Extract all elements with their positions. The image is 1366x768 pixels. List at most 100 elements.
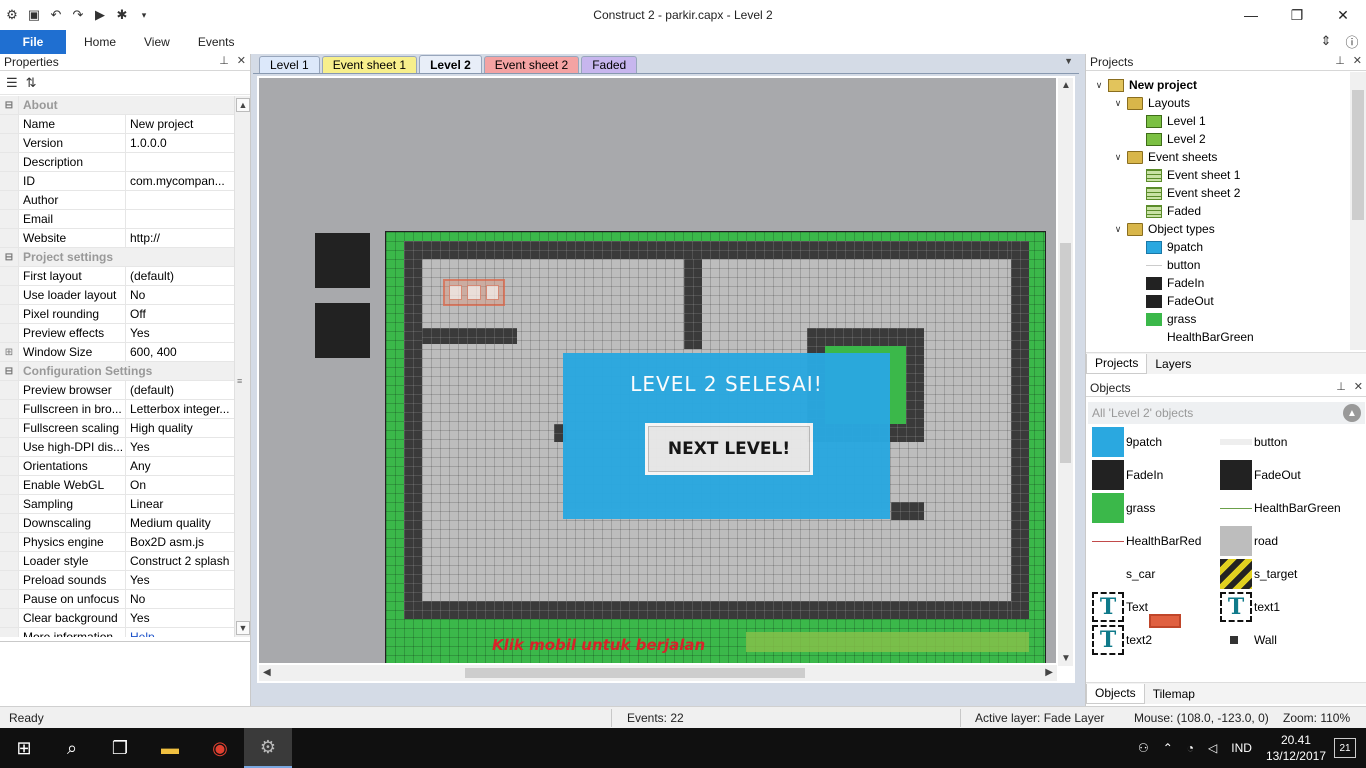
pin-icon[interactable]: ⊥: [1335, 54, 1345, 67]
property-row[interactable]: Email: [0, 210, 234, 229]
property-value[interactable]: Construct 2 splash: [126, 552, 234, 570]
property-row[interactable]: Enable WebGL On: [0, 476, 234, 495]
collapse-icon[interactable]: ⊟: [0, 362, 19, 380]
tree-item[interactable]: button: [1086, 256, 1351, 274]
construct2-taskbar-icon[interactable]: ⚙: [244, 728, 292, 768]
health-bar-green[interactable]: [746, 632, 1029, 652]
undo-icon[interactable]: ↶: [48, 7, 64, 23]
property-value[interactable]: [126, 191, 234, 209]
input-language[interactable]: IND: [1231, 741, 1252, 755]
property-row[interactable]: Preview browser (default): [0, 381, 234, 400]
tree-item[interactable]: ∨ Object types: [1086, 220, 1351, 238]
tab-tilemap[interactable]: Tilemap: [1145, 684, 1203, 704]
file-explorer-icon[interactable]: ▬: [146, 728, 194, 768]
property-row[interactable]: Sampling Linear: [0, 495, 234, 514]
run-layout-icon[interactable]: ▶: [92, 7, 108, 23]
property-value[interactable]: Linear: [126, 495, 234, 513]
scroll-down-icon[interactable]: ▼: [236, 621, 250, 635]
tree-item[interactable]: grass: [1086, 310, 1351, 328]
object-item[interactable]: grass: [1092, 493, 1220, 523]
property-value[interactable]: 600, 400: [126, 343, 234, 361]
object-item[interactable]: FadeIn: [1092, 460, 1220, 490]
property-value[interactable]: Yes: [126, 438, 234, 456]
property-value[interactable]: (default): [126, 267, 234, 285]
property-value[interactable]: [126, 153, 234, 171]
project-tree-scrollbar[interactable]: [1350, 72, 1366, 350]
wall-block[interactable]: [891, 502, 924, 520]
object-item[interactable]: HealthBarGreen: [1220, 493, 1348, 523]
tab-layers[interactable]: Layers: [1147, 354, 1199, 374]
scroll-right-arrow-icon[interactable]: ▶: [1045, 667, 1053, 678]
tree-expand-icon[interactable]: ∨: [1113, 224, 1123, 235]
fadeout-object[interactable]: [315, 303, 370, 358]
property-row[interactable]: More information Help: [0, 628, 234, 637]
chrome-icon[interactable]: ◉: [196, 728, 244, 768]
property-row[interactable]: Pixel rounding Off: [0, 305, 234, 324]
tree-item[interactable]: ∨ Layouts: [1086, 94, 1351, 112]
property-row[interactable]: First layout (default): [0, 267, 234, 286]
property-value[interactable]: com.mycompan...: [126, 172, 234, 190]
pin-icon[interactable]: ⊥: [1336, 380, 1346, 393]
property-value[interactable]: Medium quality: [126, 514, 234, 532]
minimize-button[interactable]: —: [1228, 0, 1274, 30]
tree-item[interactable]: Event sheet 2: [1086, 184, 1351, 202]
property-value[interactable]: New project: [126, 115, 234, 133]
tab-level-2[interactable]: Level 2: [419, 55, 482, 73]
property-row[interactable]: Downscaling Medium quality: [0, 514, 234, 533]
horizontal-scroll-thumb[interactable]: [465, 668, 805, 678]
tree-item[interactable]: FadeIn: [1086, 274, 1351, 292]
object-item[interactable]: road: [1220, 526, 1348, 556]
clock[interactable]: 20.41 13/12/2017: [1266, 732, 1326, 764]
tree-item[interactable]: 9patch: [1086, 238, 1351, 256]
tab-events[interactable]: Events: [184, 30, 249, 54]
tab-list-dropdown-icon[interactable]: ▼: [1064, 56, 1073, 66]
property-value[interactable]: Yes: [126, 571, 234, 589]
property-value[interactable]: Off: [126, 305, 234, 323]
objects-filter[interactable]: All 'Level 2' objects ▲: [1088, 402, 1365, 424]
tree-item[interactable]: FadeOut: [1086, 292, 1351, 310]
project-tree-scroll-thumb[interactable]: [1352, 90, 1364, 220]
object-item[interactable]: s_car: [1092, 559, 1220, 628]
property-row[interactable]: Name New project: [0, 115, 234, 134]
tree-expand-icon[interactable]: ∨: [1113, 152, 1123, 163]
fadein-object[interactable]: [315, 233, 370, 288]
restore-button[interactable]: ❐: [1274, 0, 1320, 30]
property-value[interactable]: No: [126, 590, 234, 608]
customize-dropdown-icon[interactable]: ▾: [136, 7, 152, 23]
show-hidden-icons-icon[interactable]: ⌃: [1163, 741, 1173, 755]
close-button[interactable]: ✕: [1320, 0, 1366, 30]
property-row[interactable]: Website http://: [0, 229, 234, 248]
people-icon[interactable]: ⚇: [1138, 741, 1149, 755]
app-gear-icon[interactable]: ⚙: [4, 7, 20, 23]
tab-level-1[interactable]: Level 1: [259, 56, 320, 73]
property-row[interactable]: Version 1.0.0.0: [0, 134, 234, 153]
property-row[interactable]: ID com.mycompan...: [0, 172, 234, 191]
tree-item[interactable]: Event sheet 1: [1086, 166, 1351, 184]
object-item[interactable]: 9patch: [1092, 427, 1220, 457]
redo-icon[interactable]: ↷: [70, 7, 86, 23]
property-row[interactable]: Clear background Yes: [0, 609, 234, 628]
vertical-scroll-thumb[interactable]: [1060, 243, 1071, 463]
network-icon[interactable]: ◔: [1187, 741, 1194, 755]
property-value[interactable]: 1.0.0.0: [126, 134, 234, 152]
wall-right[interactable]: [1011, 241, 1029, 619]
sort-az-icon[interactable]: ⇅: [26, 75, 37, 91]
property-value[interactable]: Yes: [126, 324, 234, 342]
close-panel-icon[interactable]: ✕: [1354, 380, 1363, 393]
save-icon[interactable]: ▣: [26, 7, 42, 23]
action-center-icon[interactable]: 21: [1334, 738, 1356, 758]
object-item[interactable]: FadeOut: [1220, 460, 1348, 490]
wall-divider[interactable]: [684, 259, 702, 349]
object-item[interactable]: button: [1220, 427, 1348, 457]
wall-bottom[interactable]: [404, 601, 1029, 619]
tab-projects[interactable]: Projects: [1086, 353, 1148, 374]
property-row[interactable]: Preload sounds Yes: [0, 571, 234, 590]
expand-icon[interactable]: ⊞: [0, 343, 19, 361]
property-value[interactable]: Any: [126, 457, 234, 475]
property-value[interactable]: On: [126, 476, 234, 494]
property-row[interactable]: Pause on unfocus No: [0, 590, 234, 609]
property-value[interactable]: (default): [126, 381, 234, 399]
tree-item[interactable]: HealthBarGreen: [1086, 328, 1351, 346]
tree-item[interactable]: Level 1: [1086, 112, 1351, 130]
wall-left[interactable]: [404, 241, 422, 619]
